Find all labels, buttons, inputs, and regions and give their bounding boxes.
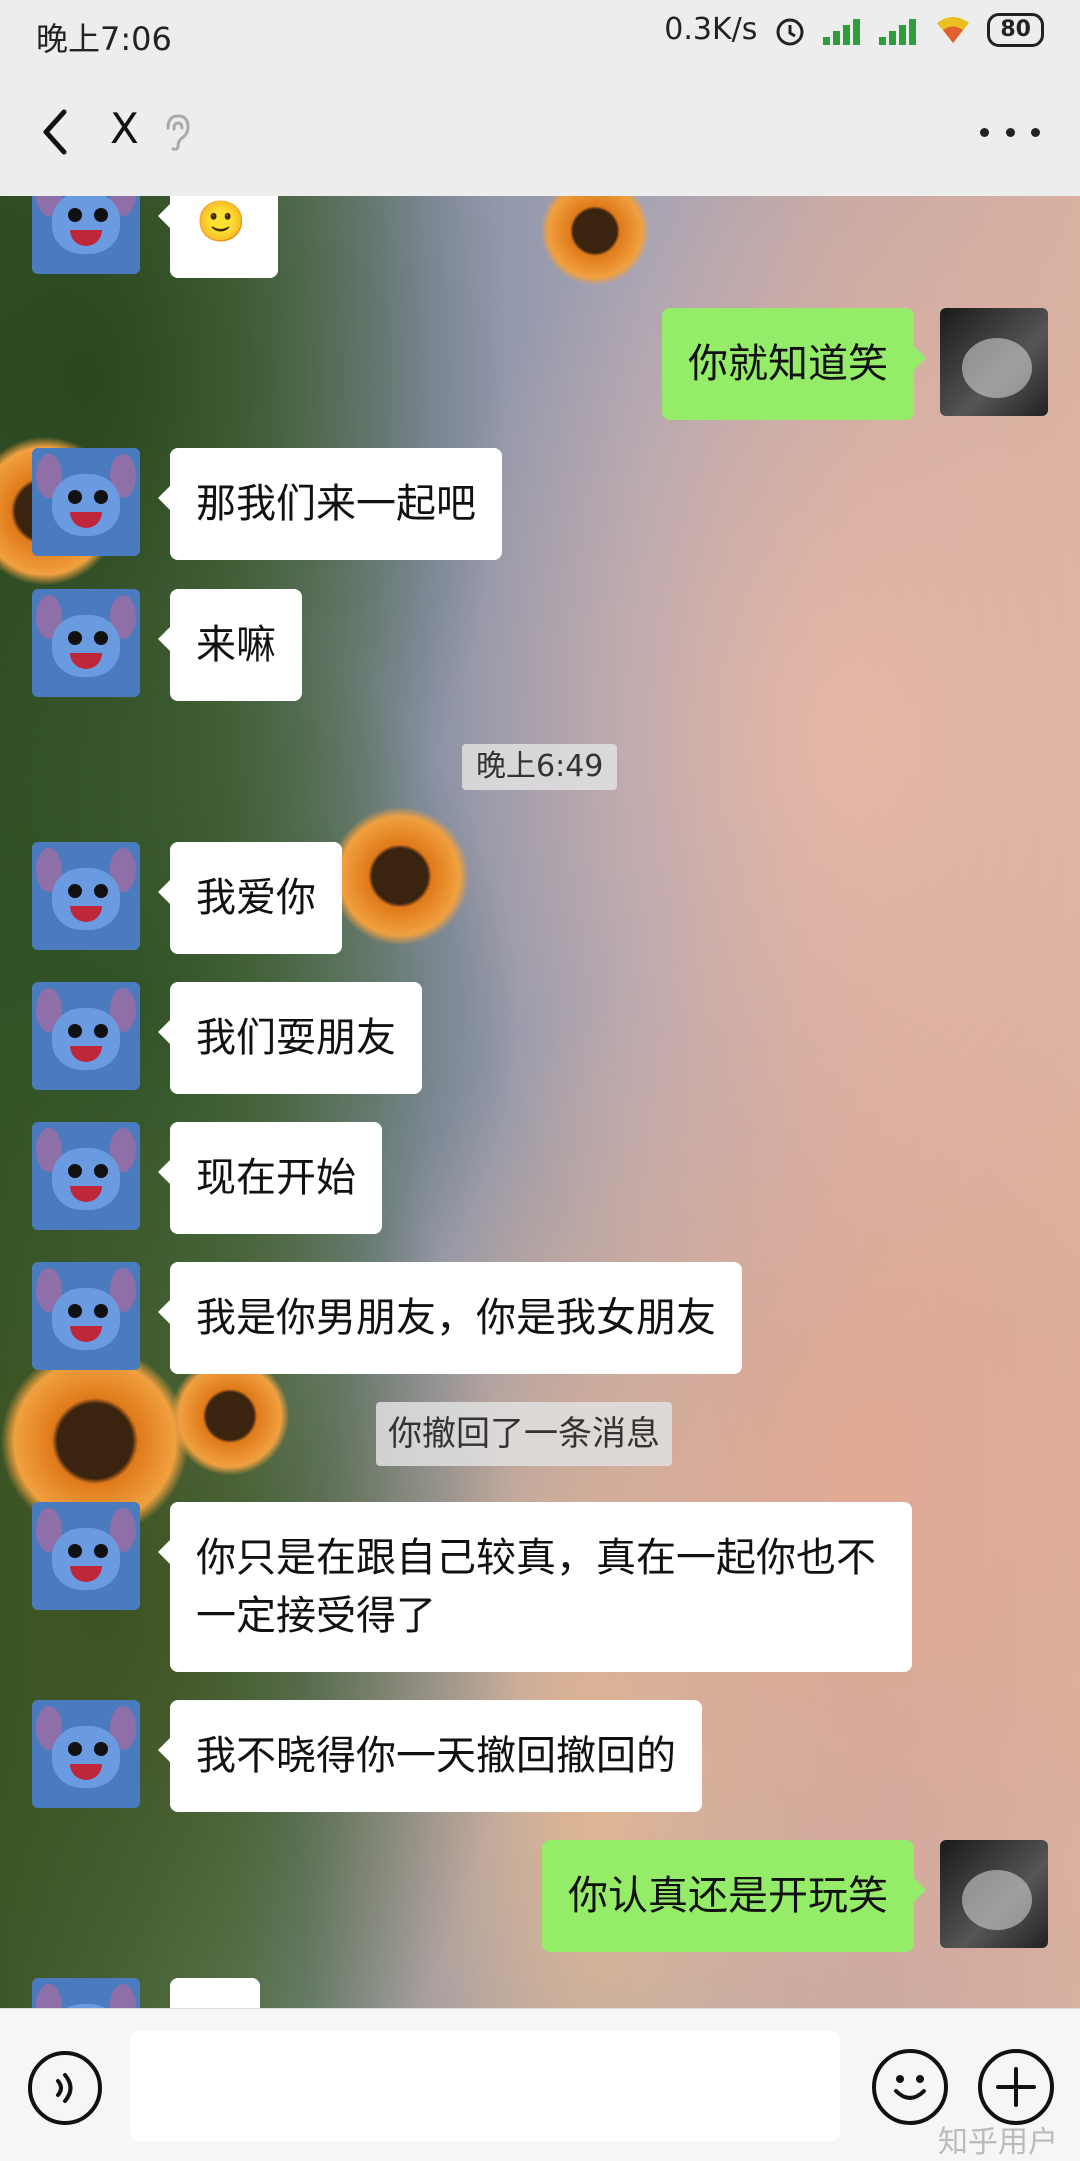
message-bubble-sent[interactable]: 你认真还是开玩笑 <box>542 1840 926 1952</box>
plus-sign-icon <box>996 2067 1036 2107</box>
signal-2-icon <box>879 15 919 45</box>
chevron-left-icon[interactable] <box>30 102 80 162</box>
message-bubble-received[interactable]: 我不晓得你一天撤回撤回的 <box>158 1700 702 1812</box>
status-icons: 0.3K/s 80 <box>664 12 1044 47</box>
smile-face-icon <box>894 2075 926 2100</box>
emoji-icon[interactable] <box>872 2049 948 2125</box>
chat-area[interactable]: 🙂 你就知道笑 那我们来一起吧 来嘛 晚上6:49 我爱你 我们耍朋友 现在开始… <box>0 196 1080 2008</box>
contact-avatar[interactable] <box>32 982 140 1090</box>
message-bubble-partial[interactable] <box>170 1978 260 2008</box>
message-bubble-received[interactable]: 🙂 <box>158 196 278 278</box>
contact-avatar[interactable] <box>32 1502 140 1610</box>
my-avatar[interactable] <box>940 1840 1048 1948</box>
message-bubble-received[interactable]: 我是你男朋友，你是我女朋友 <box>158 1262 742 1374</box>
contact-avatar[interactable] <box>32 448 140 556</box>
wifi-icon <box>937 16 970 43</box>
status-time: 晚上7:06 <box>36 20 172 58</box>
signal-1-icon <box>823 15 863 45</box>
network-speed: 0.3K/s <box>664 12 758 47</box>
watermark: 知乎用户 <box>938 2125 1058 2160</box>
message-bubble-received[interactable]: 你只是在跟自己较真，真在一起你也不一定接受得了 <box>158 1502 912 1672</box>
background-flower <box>330 806 470 946</box>
background-flower <box>540 196 650 286</box>
alarm-icon <box>776 18 804 45</box>
status-bar: 晚上7:06 0.3K/s 80 <box>0 0 1080 66</box>
contact-avatar[interactable] <box>32 196 140 274</box>
timestamp-label: 晚上6:49 <box>462 744 618 790</box>
more-dots-icon[interactable] <box>980 122 1040 142</box>
contact-avatar[interactable] <box>32 1122 140 1230</box>
message-input[interactable] <box>130 2031 840 2141</box>
message-bubble-sent[interactable]: 你就知道笑 <box>662 308 926 420</box>
battery-indicator: 80 <box>987 12 1044 47</box>
message-bubble-received[interactable]: 我们耍朋友 <box>158 982 422 1094</box>
contact-avatar[interactable] <box>32 1262 140 1370</box>
chat-title: X <box>110 104 139 153</box>
recall-notice: 你撤回了一条消息 <box>376 1402 672 1466</box>
contact-avatar[interactable] <box>32 589 140 697</box>
voice-icon[interactable] <box>28 2051 102 2125</box>
contact-avatar[interactable] <box>32 1700 140 1808</box>
message-bubble-received[interactable]: 我爱你 <box>158 842 342 954</box>
contact-avatar[interactable] <box>32 842 140 950</box>
plus-icon[interactable] <box>978 2049 1054 2125</box>
message-bubble-received[interactable]: 现在开始 <box>158 1122 382 1234</box>
my-avatar[interactable] <box>940 308 1048 416</box>
ear-icon <box>166 114 190 151</box>
chat-header: X <box>0 66 1080 197</box>
input-bar: 知乎用户 <box>0 2008 1080 2161</box>
message-bubble-received[interactable]: 那我们来一起吧 <box>158 448 502 560</box>
background-flower <box>170 1356 290 1476</box>
voice-wave-icon <box>56 2073 73 2103</box>
contact-avatar[interactable] <box>32 1978 140 2008</box>
message-bubble-received[interactable]: 来嘛 <box>158 589 302 701</box>
